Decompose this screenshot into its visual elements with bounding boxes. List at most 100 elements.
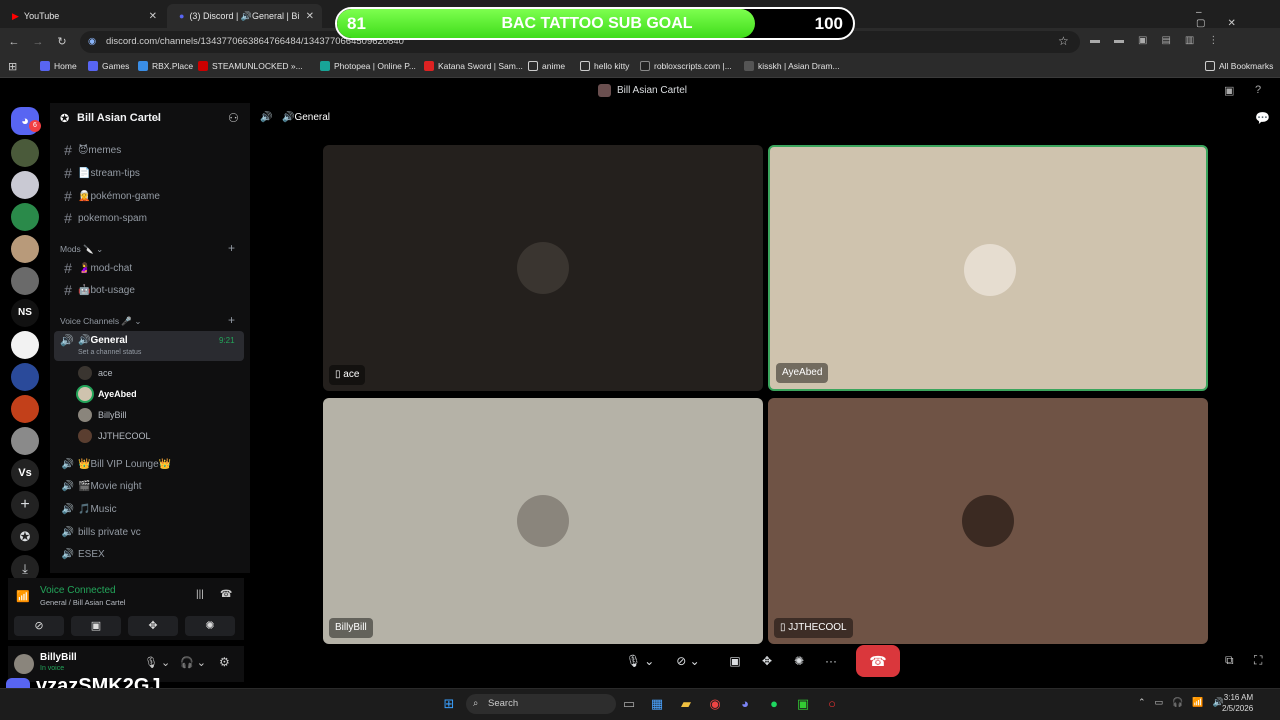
bookmark-rbx[interactable]: RBX.Place	[138, 61, 193, 71]
activities-button[interactable]: ✥	[755, 650, 779, 672]
voice-user[interactable]: BillyBill	[78, 406, 127, 424]
invite-icon[interactable]: ⚇	[228, 111, 239, 125]
reload-icon[interactable]: ↻	[54, 34, 70, 50]
channel-stream-tips[interactable]: # 📄stream-tips	[58, 163, 243, 183]
camera-off-button[interactable]: ⊘	[14, 616, 64, 636]
bookmark-robloxscripts[interactable]: robloxscripts.com |...	[640, 61, 732, 71]
voice-channel-private[interactable]: 🔊 bills private vc	[58, 522, 243, 542]
bookmark-kisskh[interactable]: kisskh | Asian Dram...	[744, 61, 840, 71]
channel-pokemon-spam[interactable]: # pokemon-spam	[58, 208, 243, 228]
bookmark-hello-kitty[interactable]: hello kitty	[580, 61, 629, 71]
voice-channel-esex[interactable]: 🔊 ESEX	[58, 544, 243, 564]
voice-channel-vip[interactable]: 🔊 👑Bill VIP Lounge👑	[58, 454, 243, 474]
system-tray-icons[interactable]: ⌃▭🎧📶🔊	[1138, 697, 1233, 708]
bookmark-games[interactable]: Games	[88, 61, 129, 71]
channel-bot-usage[interactable]: # 🤖bot-usage	[58, 280, 243, 300]
more-options-icon[interactable]: ···	[819, 650, 843, 672]
window-controls[interactable]: –▢✕	[1196, 7, 1280, 29]
chat-icon[interactable]: 💬	[1255, 111, 1270, 125]
site-info-icon[interactable]: ◉	[88, 31, 96, 53]
leave-call-button[interactable]: ☎	[856, 645, 900, 677]
voice-user[interactable]: JJTHECOOL	[78, 427, 151, 445]
opera-icon[interactable]: ○	[823, 695, 841, 713]
screen-share-button[interactable]: ▣	[71, 616, 121, 636]
channel-pokemon-game[interactable]: # 🧝pokémon-game	[58, 186, 243, 206]
chrome-icon[interactable]: ◉	[706, 695, 724, 713]
spotify-icon[interactable]: ●	[765, 695, 783, 713]
voice-user[interactable]: AyeAbed	[78, 385, 137, 403]
server-name[interactable]: Bill Asian Cartel	[77, 112, 161, 124]
server-icon-vs[interactable]: Vs	[11, 459, 39, 487]
channel-memes[interactable]: # 😈memes	[58, 140, 243, 160]
close-icon[interactable]: ✕	[306, 11, 314, 22]
forward-icon[interactable]: →	[30, 34, 46, 50]
tab-youtube[interactable]: ▶ YouTube ✕	[0, 4, 165, 28]
bookmark-anime[interactable]: anime	[528, 61, 565, 71]
server-icon[interactable]	[11, 235, 39, 263]
server-icon[interactable]	[11, 363, 39, 391]
noise-suppression-icon[interactable]: |||	[196, 589, 204, 600]
star-icon[interactable]: ☆	[1058, 34, 1069, 48]
disconnect-icon[interactable]: ☎	[220, 589, 232, 600]
bookmark-katana[interactable]: Katana Sword | Sam...	[424, 61, 523, 71]
task-view-icon[interactable]: ▭	[620, 695, 638, 713]
avatar[interactable]	[14, 654, 34, 674]
popout-icon[interactable]: ⧉	[1225, 653, 1234, 668]
store-icon[interactable]: ▦	[648, 695, 666, 713]
headphones-icon[interactable]: 🎧 ⌄	[180, 656, 206, 669]
voice-connected-sub[interactable]: General / Bill Asian Cartel	[40, 598, 125, 607]
server-icon[interactable]	[11, 427, 39, 455]
fullscreen-icon[interactable]: ⛶	[1254, 653, 1262, 668]
mic-icon[interactable]: 🎙 ⌄	[144, 656, 170, 669]
app-icon[interactable]: ▣	[794, 695, 812, 713]
add-channel-icon[interactable]: +	[228, 313, 235, 327]
server-icon[interactable]	[11, 171, 39, 199]
camera-toggle-button[interactable]: ⊘ ⌄	[668, 650, 708, 672]
taskbar-clock[interactable]: 3:16 AM 2/5/2026	[1222, 692, 1253, 714]
category-voice[interactable]: Voice Channels 🎤 ⌄	[60, 316, 142, 327]
server-icon[interactable]	[11, 331, 39, 359]
mic-toggle-button[interactable]: 🎙 ⌄	[620, 650, 660, 672]
taskbar-search[interactable]: ⌕ Search	[466, 694, 616, 714]
video-tile-jjthecool[interactable]: ▯ JJTHECOOL	[768, 398, 1208, 644]
channel-mod-chat[interactable]: # 🤰mod-chat	[58, 258, 243, 278]
screen-share-button[interactable]: ▣	[723, 650, 747, 672]
bookmark-home[interactable]: Home	[40, 61, 77, 71]
bookmark-steamunlocked[interactable]: STEAMUNLOCKED »...	[198, 61, 303, 71]
server-icon-ns[interactable]: NS	[11, 299, 39, 327]
voice-user[interactable]: ace	[78, 364, 113, 382]
back-icon[interactable]: ←	[6, 34, 22, 50]
close-icon[interactable]: ✕	[149, 11, 157, 22]
video-tile-ayeabed[interactable]: AyeAbed	[768, 145, 1208, 391]
video-tile-ace[interactable]: ▯ ace	[323, 145, 763, 391]
discord-icon[interactable]: ◕	[736, 695, 754, 713]
username[interactable]: BillyBill	[40, 652, 77, 663]
channel-status[interactable]: Set a channel status	[78, 349, 141, 356]
apps-grid-icon[interactable]: ⊞	[8, 60, 17, 73]
add-server-icon[interactable]: +	[11, 491, 39, 519]
video-tile-billybill[interactable]: BillyBill	[323, 398, 763, 644]
avatar	[962, 495, 1014, 547]
category-mods[interactable]: Mods 🔪 ⌄	[60, 244, 103, 255]
windows-start-icon[interactable]: ⊞	[440, 695, 458, 713]
activities-button[interactable]: ✥	[128, 616, 178, 636]
tab-discord[interactable]: ● (3) Discord | 🔊General | Bill ✕	[167, 4, 322, 28]
add-channel-icon[interactable]: +	[228, 241, 235, 255]
voice-channel-movie-night[interactable]: 🔊 🎬Movie night	[58, 476, 243, 496]
all-bookmarks[interactable]: All Bookmarks	[1205, 61, 1273, 71]
server-icon[interactable]	[11, 267, 39, 295]
chevron-down-icon[interactable]: ⌄	[154, 112, 162, 123]
bookmark-photopea[interactable]: Photopea | Online P...	[320, 61, 416, 71]
inbox-icon[interactable]: ▣	[1224, 84, 1234, 97]
voice-channel-music[interactable]: 🔊 🎵Music	[58, 499, 243, 519]
server-icon[interactable]	[11, 395, 39, 423]
server-icon[interactable]	[11, 203, 39, 231]
soundboard-button[interactable]: ✺	[787, 650, 811, 672]
soundboard-button[interactable]: ✺	[185, 616, 235, 636]
discover-icon[interactable]: ✪	[11, 523, 39, 551]
file-explorer-icon[interactable]: ▰	[677, 695, 695, 713]
extension-icons[interactable]: ▬▬▣▤▥⋮	[1090, 35, 1232, 46]
help-icon[interactable]: ?	[1255, 84, 1261, 96]
server-icon[interactable]	[11, 139, 39, 167]
settings-gear-icon[interactable]: ⚙	[219, 655, 230, 669]
